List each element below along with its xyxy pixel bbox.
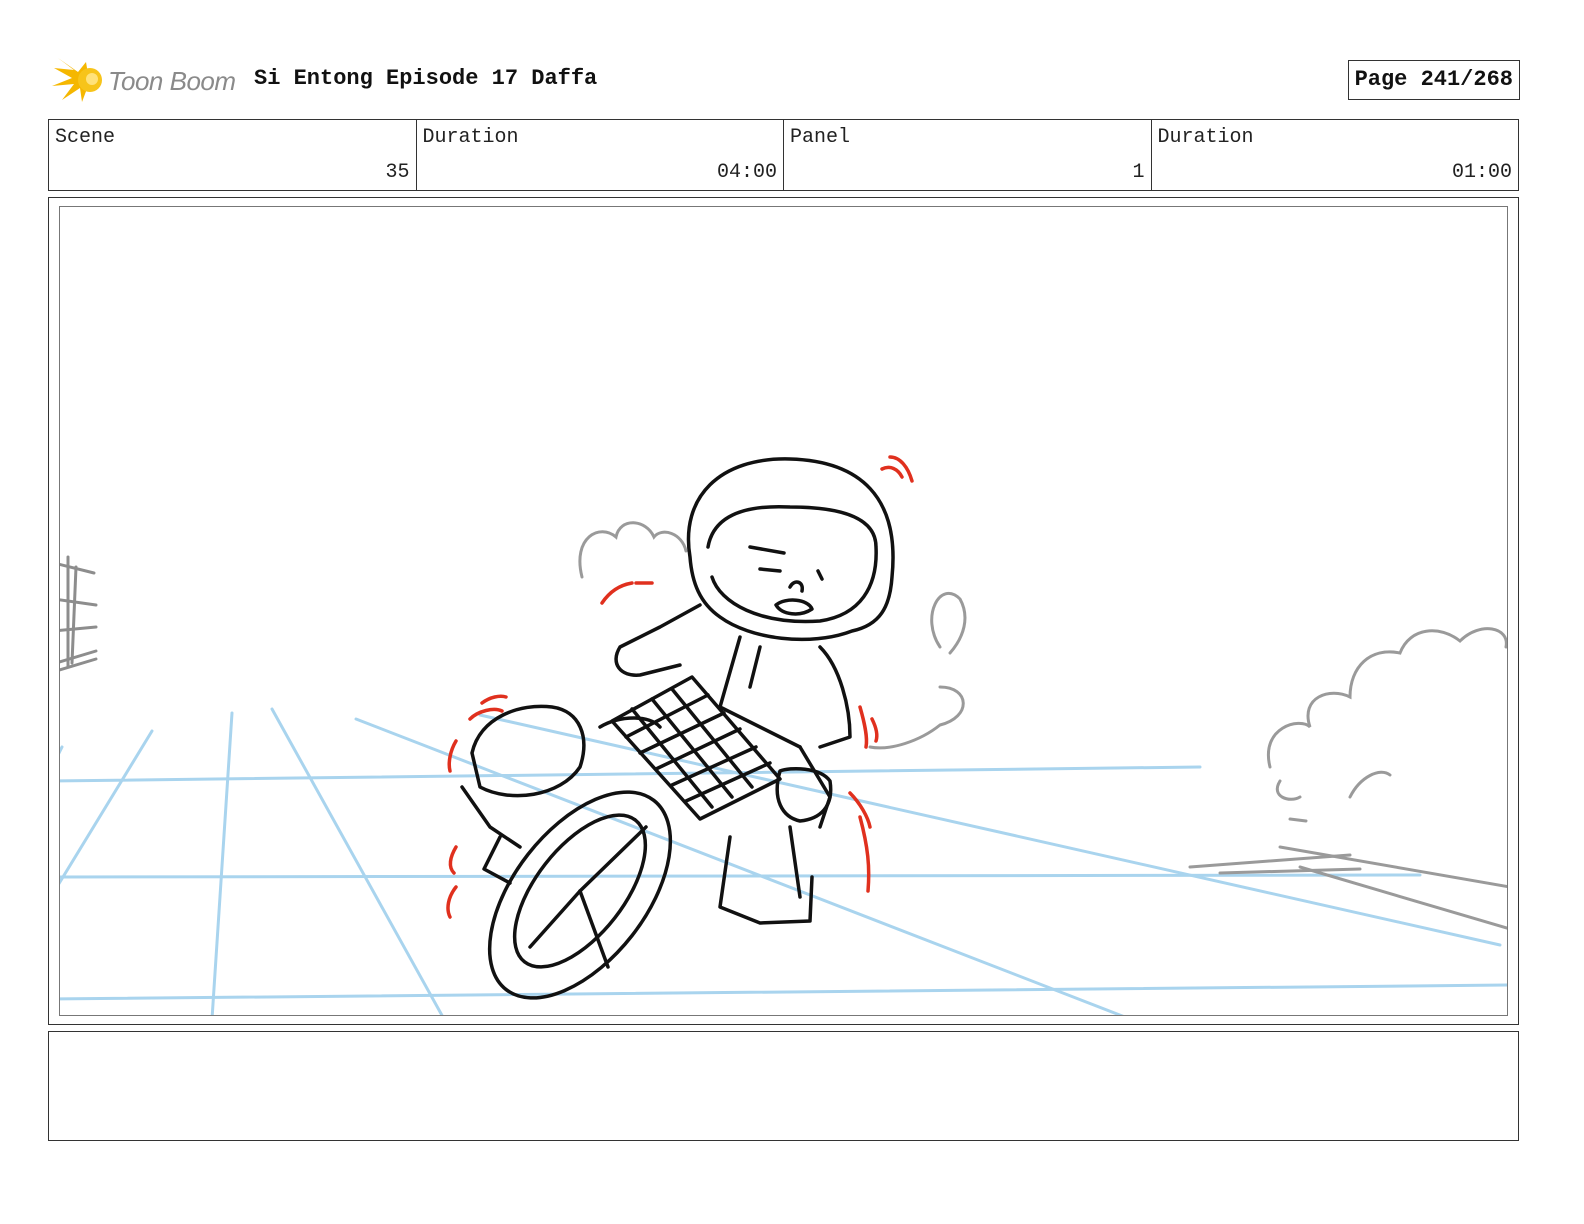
panel-frame	[48, 197, 1519, 1025]
scene-label: Scene	[55, 126, 116, 149]
perspective-lines	[60, 707, 1507, 1015]
panel-cell: Panel 1	[784, 120, 1152, 190]
scene-info-table: Scene 35 Duration 04:00 Panel 1 Duration…	[48, 119, 1519, 191]
panel-label: Panel	[790, 126, 851, 149]
panel-duration-cell: Duration 01:00	[1152, 120, 1519, 190]
logo-text: Toon Boom	[108, 66, 236, 96]
panel-notes-box	[48, 1031, 1519, 1141]
character-on-bike	[460, 457, 895, 1000]
storyboard-sketch	[60, 455, 1507, 1015]
toon-boom-logo: Toon Boom	[52, 56, 242, 104]
pole-sketch	[60, 555, 98, 672]
panel-duration-label: Duration	[1157, 126, 1254, 149]
document-title: Si Entong Episode 17 Daffa	[254, 66, 598, 91]
page-indicator: Page 241/268	[1347, 60, 1520, 100]
logo-star-icon	[52, 58, 102, 102]
smoke-clouds	[578, 521, 1507, 930]
panel-duration-value: 01:00	[1451, 161, 1512, 184]
storyboard-header: Toon Boom Si Entong Episode 17 Daffa Pag…	[48, 52, 1520, 108]
scene-cell: Scene 35	[49, 120, 417, 190]
scene-duration-value: 04:00	[716, 161, 777, 184]
scene-value: 35	[385, 161, 410, 184]
scene-duration-label: Duration	[422, 126, 519, 149]
scene-duration-cell: Duration 04:00	[417, 120, 784, 190]
panel-value: 1	[1132, 161, 1145, 184]
panel-image	[59, 206, 1508, 1016]
